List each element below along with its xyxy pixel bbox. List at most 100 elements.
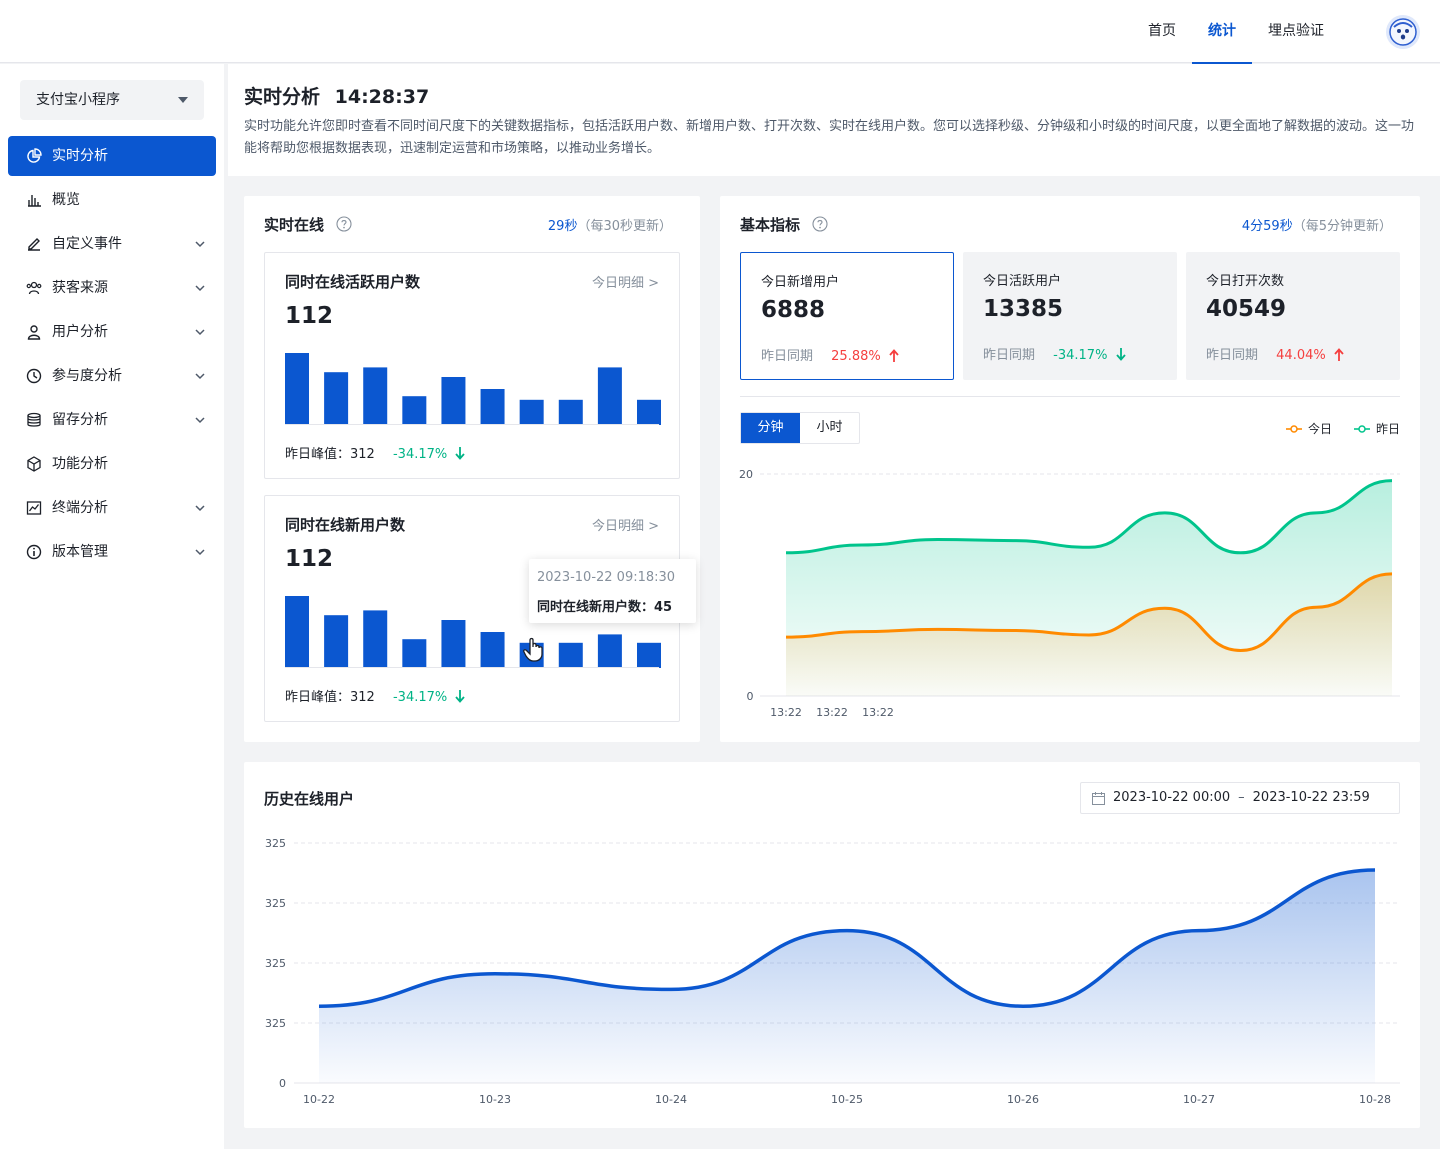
metric-value: 13385 — [983, 296, 1064, 322]
app-select[interactable]: 支付宝小程序 — [20, 80, 204, 120]
y-tick-label: 325 — [265, 1017, 286, 1030]
bar[interactable] — [441, 377, 466, 425]
bar[interactable] — [597, 634, 622, 668]
help-icon[interactable] — [812, 216, 828, 232]
today-detail-link[interactable]: 今日明细 > — [592, 272, 659, 291]
tab-hour[interactable]: 小时 — [800, 413, 859, 443]
sidebar-item-label: 参与度分析 — [52, 368, 122, 384]
metric-new-users[interactable]: 今日新增用户 6888 昨日同期 25.88% — [740, 252, 954, 380]
sidebar-item-overview[interactable]: 概览 — [8, 180, 216, 220]
bar[interactable] — [324, 615, 349, 668]
arrow-down-icon — [1115, 348, 1126, 361]
date-range-picker[interactable]: 2023-10-22 00:00–2023-10-22 23:59 — [1080, 782, 1400, 814]
chevron-down-icon — [195, 505, 205, 512]
bar[interactable] — [480, 632, 505, 668]
sidebar-item-custom-events[interactable]: 自定义事件 — [8, 224, 216, 264]
x-tick-label: 10-25 — [831, 1093, 863, 1106]
chevron-down-icon — [195, 417, 205, 424]
yesterday-peak: 昨日峰值：312 -34.17% — [285, 686, 466, 705]
topnav-tracking-verify[interactable]: 埋点验证 — [1252, 0, 1340, 63]
bar[interactable] — [558, 399, 583, 425]
sidebar-item-engagement[interactable]: 参与度分析 — [8, 356, 216, 396]
divider — [740, 396, 1400, 397]
sidebar-item-label: 版本管理 — [52, 544, 108, 560]
metric-label: 今日活跃用户 — [983, 274, 1062, 289]
change-percent: 44.04% — [1276, 348, 1326, 363]
sidebar-item-label: 实时分析 — [52, 148, 108, 164]
online-active-bar-chart — [285, 353, 661, 425]
avatar[interactable] — [1386, 15, 1420, 49]
date-separator: – — [1238, 790, 1245, 805]
sidebar-item-version-management[interactable]: 版本管理 — [8, 532, 216, 572]
bar[interactable] — [402, 639, 427, 668]
change-percent: 25.88% — [831, 349, 881, 364]
bar[interactable] — [363, 367, 388, 425]
mini-card-title: 同时在线新用户数 — [285, 516, 406, 534]
metric-compare: 昨日同期 44.04% — [1206, 344, 1344, 363]
yesterday-peak: 昨日峰值：312 -34.17% — [285, 443, 466, 462]
chevron-down-icon — [195, 241, 205, 248]
bar[interactable] — [558, 642, 583, 668]
y-tick-label: 0 — [279, 1077, 286, 1090]
hand-cursor-icon — [523, 637, 543, 662]
calendar-icon — [1092, 792, 1105, 805]
bar[interactable] — [480, 389, 505, 425]
sidebar-item-acquisition[interactable]: 获客来源 — [8, 268, 216, 308]
arrow-up-icon — [1334, 348, 1344, 361]
sidebar-item-user-analysis[interactable]: 用户分析 — [8, 312, 216, 352]
arrow-down-icon — [455, 690, 466, 703]
metric-value: 6888 — [761, 297, 826, 323]
legend-today[interactable]: 今日 — [1285, 420, 1332, 437]
bar[interactable] — [519, 399, 544, 425]
topnav-statistics[interactable]: 统计 — [1192, 0, 1252, 64]
bar[interactable] — [597, 367, 622, 425]
change-percent: -34.17% — [392, 690, 448, 705]
history-online-card: 历史在线用户 2023-10-22 00:00–2023-10-22 23:59… — [244, 762, 1420, 1128]
mini-card-title: 同时在线活跃用户数 — [285, 273, 421, 291]
cube-icon — [27, 456, 41, 472]
x-tick-label: 10-22 — [303, 1093, 335, 1106]
pie-chart-icon — [27, 148, 42, 163]
sidebar-item-feature-analysis[interactable]: 功能分析 — [8, 444, 216, 484]
bar[interactable] — [285, 353, 309, 425]
page-description: 实时功能允许您即时查看不同时间尺度下的关键数据指标，包括活跃用户数、新增用户数、… — [244, 119, 1415, 156]
countdown-value: 29秒 — [547, 219, 578, 234]
avatar-face-icon — [1389, 18, 1417, 46]
top-nav: 首页 统计 埋点验证 — [1132, 0, 1340, 64]
sidebar-item-terminal-analysis[interactable]: 终端分析 — [8, 488, 216, 528]
metric-active-users[interactable]: 今日活跃用户 13385 昨日同期 -34.17% — [963, 252, 1177, 380]
legend-yesterday[interactable]: 昨日 — [1353, 420, 1400, 437]
metric-open-count[interactable]: 今日打开次数 40549 昨日同期 44.04% — [1186, 252, 1400, 380]
sidebar-item-retention[interactable]: 留存分析 — [8, 400, 216, 440]
help-icon[interactable] — [336, 216, 352, 232]
current-time: 14:28:37 — [334, 86, 430, 108]
bar[interactable] — [285, 596, 309, 668]
bar[interactable] — [324, 372, 349, 425]
tooltip-number: 45 — [654, 600, 673, 615]
bar[interactable] — [363, 610, 388, 668]
arrow-up-icon — [889, 349, 899, 362]
metric-compare: 昨日同期 25.88% — [761, 345, 899, 364]
online-active-users-card: 同时在线活跃用户数 今日明细 > 112 昨日峰值：312 -34.17% — [264, 252, 680, 479]
page-header: 实时分析 14:28:37 实时功能允许您即时查看不同时间尺度下的关键数据指标，… — [228, 64, 1440, 176]
app-select-value: 支付宝小程序 — [36, 92, 120, 108]
tab-minute[interactable]: 分钟 — [741, 413, 800, 443]
today-detail-link[interactable]: 今日明细 > — [592, 515, 659, 534]
bar[interactable] — [637, 642, 661, 668]
compare-label: 昨日同期 — [761, 349, 814, 364]
sidebar-item-realtime[interactable]: 实时分析 — [8, 136, 216, 176]
topnav-home[interactable]: 首页 — [1132, 0, 1192, 63]
bar-chart-icon — [28, 195, 41, 207]
chevron-down-icon — [195, 285, 205, 292]
y-tick-label: 325 — [265, 837, 286, 850]
database-icon — [27, 412, 41, 427]
caret-down-icon — [178, 97, 188, 103]
history-trend-chart: 0 325 325 325 325 10-22 10-23 10-24 10-25 10-26 10… — [265, 837, 1400, 1106]
y-tick-label: 20 — [739, 468, 753, 481]
tooltip-time: 2023-10-22 09:18:30 — [537, 570, 676, 585]
x-tick-label: 13:22 — [862, 706, 894, 719]
bar[interactable] — [441, 620, 466, 668]
bar[interactable] — [402, 396, 427, 425]
bar[interactable] — [637, 399, 661, 425]
card-title: 实时在线 — [264, 216, 325, 234]
